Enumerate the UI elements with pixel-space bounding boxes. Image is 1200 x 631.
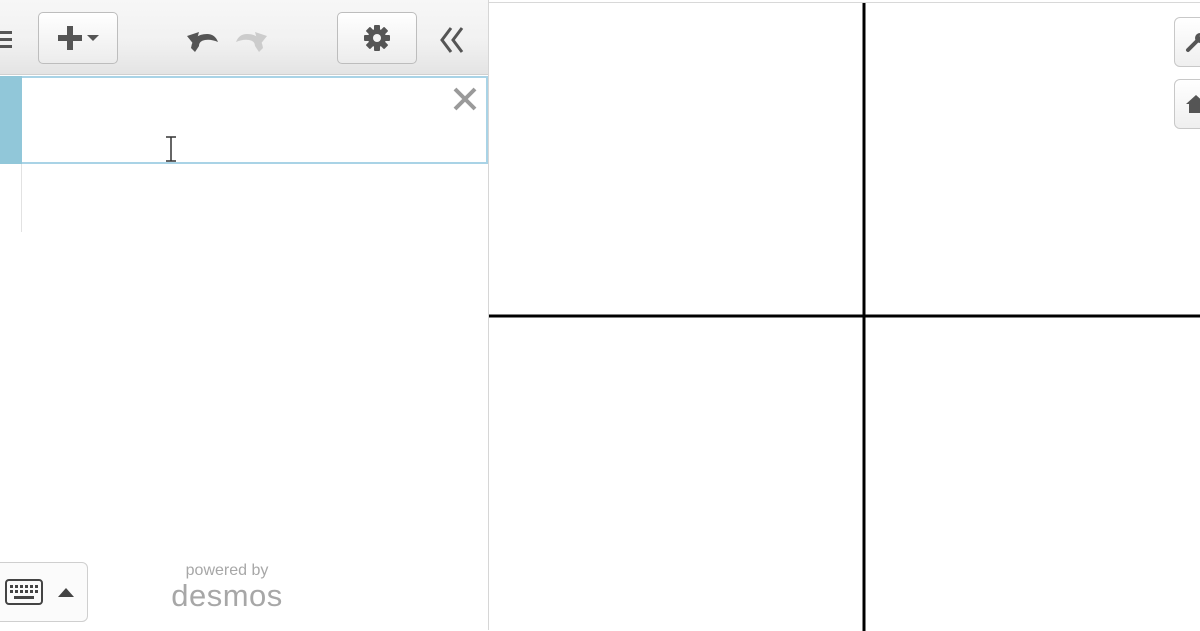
hamburger-icon	[0, 29, 14, 49]
powered-by-desmos[interactable]: powered by desmos	[160, 562, 294, 612]
text-cursor-icon	[164, 136, 178, 162]
wrench-icon	[1185, 31, 1200, 53]
redo-button[interactable]	[232, 24, 270, 54]
undo-icon	[185, 26, 221, 52]
expression-toolbar	[0, 0, 488, 75]
collapse-panel-button[interactable]	[432, 20, 472, 60]
double-chevron-left-icon	[439, 25, 465, 55]
expression-input[interactable]	[22, 76, 488, 164]
menu-button[interactable]	[0, 24, 16, 54]
home-icon	[1185, 93, 1200, 115]
graph-settings-button[interactable]	[1174, 17, 1200, 67]
expression-list-divider	[21, 164, 22, 232]
desmos-logo: desmos	[160, 580, 294, 612]
expression-panel: powered by desmos	[0, 0, 489, 630]
plus-icon	[56, 24, 84, 52]
caret-down-icon	[86, 33, 100, 43]
graph-paper[interactable]	[489, 2, 1200, 631]
redo-icon	[233, 26, 269, 52]
undo-button[interactable]	[184, 24, 222, 54]
zoom-home-button[interactable]	[1174, 79, 1200, 129]
graph-axes	[489, 3, 1200, 631]
expression-color-tab[interactable]	[0, 76, 22, 164]
settings-button[interactable]	[337, 12, 417, 64]
delete-expression-button[interactable]	[450, 84, 480, 114]
gear-icon	[363, 24, 391, 52]
caret-up-icon	[57, 586, 75, 598]
keypad-toggle-button[interactable]	[0, 562, 88, 622]
add-item-button[interactable]	[38, 12, 118, 64]
keyboard-icon	[5, 579, 43, 605]
close-icon	[452, 86, 478, 112]
expression-item[interactable]	[0, 76, 488, 164]
